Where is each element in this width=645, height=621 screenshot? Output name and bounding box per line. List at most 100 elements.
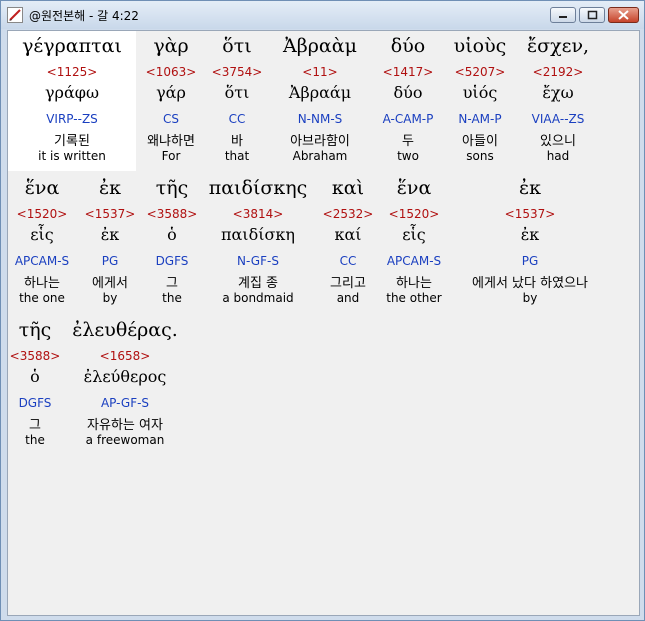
strong-number[interactable]: <1520> [8,207,76,221]
english-gloss: the other [386,291,442,305]
lemma: δύο [393,83,423,102]
english-gloss: For [161,149,181,163]
app-window: @원전본해 - 갈 4:22 γέγραπται <1125> γράφω VI… [0,0,645,621]
word-column[interactable]: γέγραπται <1125> γράφω VIRP--ZS 기록된 it i… [8,31,136,171]
parsing-code: DGFS [18,396,52,410]
word-column[interactable]: Ἀβραὰμ <11> Ἀβραάμ N-NM-S 아브라함이 Abraham [268,31,372,171]
word-column[interactable]: ἕνα <1520> εἷς APCAM-S 하나는 the other [380,173,448,313]
greek-word: τῆς [18,319,52,341]
strong-number[interactable]: <2532> [316,207,380,221]
strong-number[interactable]: <1537> [448,207,612,221]
korean-gloss: 에게서 [92,276,128,291]
strong-number[interactable]: <3814> [200,207,316,221]
english-gloss: and [336,291,360,305]
strong-number[interactable]: <2192> [516,65,600,79]
english-gloss: two [397,149,419,163]
strong-number[interactable]: <1417> [372,65,444,79]
strong-number[interactable]: <3754> [206,65,268,79]
greek-word: γὰρ [153,35,189,57]
korean-gloss: 아브라함이 [290,134,350,149]
korean-gloss: 하나는 [24,276,60,291]
lemma: ἐκ [520,225,540,244]
greek-word: ἐκ [518,177,542,199]
greek-word: ἕνα [24,177,60,199]
english-gloss: sons [466,149,494,163]
close-icon [618,10,629,20]
word-column[interactable]: παιδίσκης <3814> παιδίσκη N-GF-S 계집 종 a … [200,173,316,313]
lemma: ὁ [30,367,40,386]
greek-word: καὶ [331,177,365,199]
english-gloss: Abraham [292,149,348,163]
english-gloss: had [546,149,570,163]
greek-word: παιδίσκης [208,177,308,199]
greek-word: ἕνα [396,177,432,199]
strong-number[interactable]: <5207> [444,65,516,79]
lemma: καί [334,225,362,244]
korean-gloss: 왜냐하면 [147,134,195,149]
strong-number[interactable]: <1520> [380,207,448,221]
parsing-code: VIAA--ZS [531,112,585,126]
parsing-code: A-CAM-P [382,112,434,126]
strong-number[interactable]: <1125> [8,65,136,79]
title-bar[interactable]: @원전본해 - 갈 4:22 [1,1,644,29]
word-column[interactable]: γὰρ <1063> γάρ CS 왜냐하면 For [136,31,206,171]
english-gloss: a freewoman [85,433,165,447]
word-column[interactable]: ὅτι <3754> ὅτι CC 바 that [206,31,268,171]
lemma: Ἀβραάμ [288,83,352,102]
parsing-code: N-AM-P [458,112,502,126]
word-column[interactable]: δύο <1417> δύο A-CAM-P 두 two [372,31,444,171]
lemma: ἐκ [100,225,120,244]
lemma: ὁ [167,225,177,244]
english-gloss: a bondmaid [222,291,294,305]
english-gloss: that [224,149,250,163]
lemma: ἔχω [542,83,574,102]
strong-number[interactable]: <3588> [8,349,62,363]
lemma: υἱός [462,83,498,102]
parsing-code: APCAM-S [386,254,442,268]
korean-gloss: 있으니 [540,134,576,149]
korean-gloss: 그 [166,276,178,291]
word-column[interactable]: υἱοὺς <5207> υἱός N-AM-P 아들이 sons [444,31,516,171]
parsing-code: CC [339,254,357,268]
strong-number[interactable]: <11> [268,65,372,79]
korean-gloss: 에게서 났다 하였으나 [472,276,588,291]
greek-word: ἐκ [98,177,122,199]
korean-gloss: 기록된 [54,134,90,149]
korean-gloss: 바 [231,134,243,149]
greek-word: Ἀβραὰμ [283,35,357,57]
english-gloss: the [25,433,45,447]
greek-word: γέγραπται [22,35,122,57]
english-gloss: it is written [38,149,106,163]
maximize-button[interactable] [579,7,605,23]
lemma: γάρ [156,83,186,102]
strong-number[interactable]: <3588> [144,207,200,221]
english-gloss: the [162,291,182,305]
parsing-code: N-NM-S [297,112,343,126]
word-column[interactable]: τῆς <3588> ὁ DGFS 그 the [8,315,62,455]
word-column[interactable]: ἕνα <1520> εἷς APCAM-S 하나는 the one [8,173,76,313]
word-column[interactable]: ἔσχεν, <2192> ἔχω VIAA--ZS 있으니 had [516,31,600,171]
english-gloss: by [522,291,538,305]
greek-word: ἐλευθέρας. [72,319,178,341]
greek-word: ἔσχεν, [526,35,590,57]
lemma: εἷς [402,225,426,244]
close-button[interactable] [608,7,639,23]
korean-gloss: 두 [402,134,414,149]
korean-gloss: 계집 종 [237,276,278,291]
lemma: ἐλεύθερος [83,367,167,386]
strong-number[interactable]: <1063> [136,65,206,79]
parsing-code: CC [228,112,246,126]
lemma: παιδίσκη [220,225,295,244]
word-column[interactable]: ἐλευθέρας. <1658> ἐλεύθερος AP-GF-S 자유하는… [62,315,188,455]
strong-number[interactable]: <1537> [76,207,144,221]
lemma: εἷς [30,225,54,244]
word-column[interactable]: τῆς <3588> ὁ DGFS 그 the [144,173,200,313]
greek-word: τῆς [155,177,189,199]
word-column[interactable]: ἐκ <1537> ἐκ PG 에게서 by [76,173,144,313]
english-gloss: the one [19,291,65,305]
word-column[interactable]: ἐκ <1537> ἐκ PG 에게서 났다 하였으나 by [448,173,612,313]
parsing-code: DGFS [155,254,189,268]
word-column[interactable]: καὶ <2532> καί CC 그리고 and [316,173,380,313]
strong-number[interactable]: <1658> [62,349,188,363]
minimize-button[interactable] [550,7,576,23]
